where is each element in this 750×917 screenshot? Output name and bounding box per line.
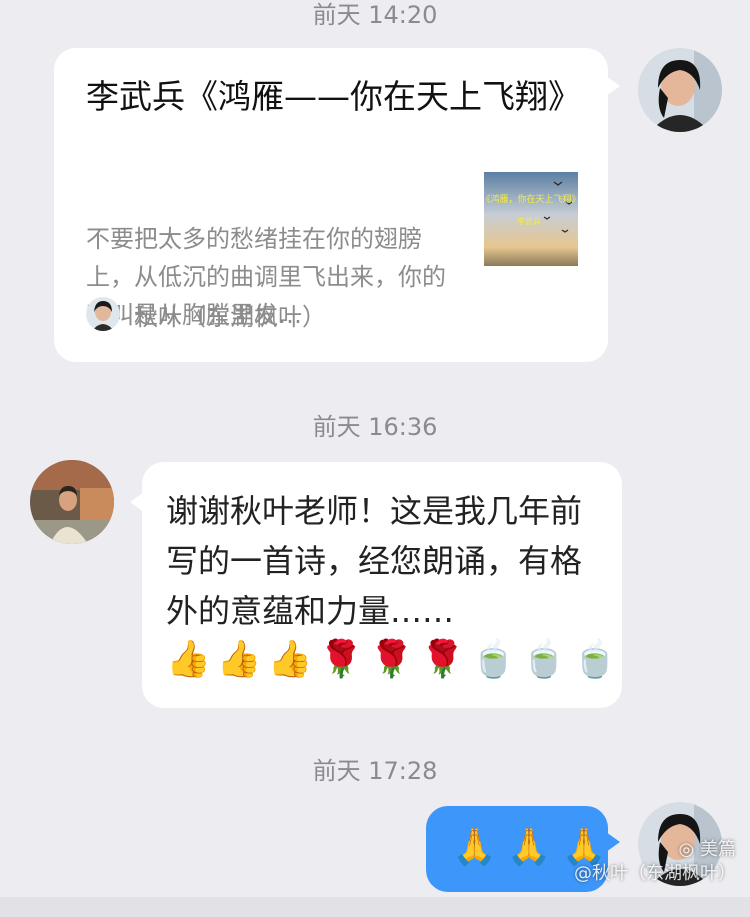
- thumbnail-author: 李武兵: [517, 216, 541, 226]
- message-text: 谢谢秋叶老师！这是我几年前写的一首诗，经您朗诵，有格外的意蕴和力量……: [166, 492, 583, 630]
- watermark-handle: @秋叶（东湖枫叶）: [574, 863, 736, 884]
- timestamp: 前天 14:20: [312, 1, 438, 29]
- thumbs-up-emoji: 👍: [267, 639, 313, 680]
- tea-emoji: 🍵: [572, 639, 618, 680]
- tea-emoji: 🍵: [470, 639, 516, 680]
- watermark-logo: ◎ 美篇: [678, 839, 736, 860]
- incoming-message[interactable]: 谢谢秋叶老师！这是我几年前写的一首诗，经您朗诵，有格外的意蕴和力量…… 👍 👍 …: [130, 462, 622, 708]
- article-title: 李武兵《鸿雁——你在天上飞翔》: [86, 77, 581, 116]
- thumbs-up-emoji: 👍: [216, 639, 262, 680]
- emoji-row: 👍 👍 👍 🌹 🌹 🌹 🍵 🍵 🍵: [166, 638, 617, 682]
- praying-hands-emoji: 🙏: [506, 827, 552, 868]
- watermark: ◎ 美篇 @秋叶（东湖枫叶）: [574, 838, 736, 886]
- timestamp: 前天 16:36: [312, 413, 438, 441]
- praying-hands-emoji: 🙏: [452, 827, 497, 868]
- thumbs-up-emoji: 👍: [166, 639, 211, 680]
- rose-emoji: 🌹: [369, 639, 415, 680]
- logo-icon: ◎: [678, 839, 695, 860]
- source-name: 秋叶（东湖枫叶）: [134, 302, 326, 331]
- article-source: 秋叶（东湖枫叶）: [86, 296, 326, 332]
- source-avatar: [86, 297, 120, 331]
- thumbnail-title: 《鸿雁，你在天上飞翔》: [484, 193, 578, 205]
- timestamp: 前天 17:28: [312, 757, 438, 785]
- tea-emoji: 🍵: [521, 639, 567, 680]
- input-bar-edge: [0, 897, 750, 917]
- rose-emoji: 🌹: [318, 639, 364, 680]
- shared-article-card[interactable]: 李武兵《鸿雁——你在天上飞翔》 不要把太多的愁绪挂在你的翅膀上，从低沉的曲调里飞…: [54, 48, 620, 362]
- article-thumbnail: 《鸿雁，你在天上飞翔》 李武兵: [481, 172, 581, 266]
- contact-avatar[interactable]: [30, 460, 114, 544]
- my-avatar[interactable]: [638, 48, 722, 132]
- rose-emoji: 🌹: [420, 639, 465, 680]
